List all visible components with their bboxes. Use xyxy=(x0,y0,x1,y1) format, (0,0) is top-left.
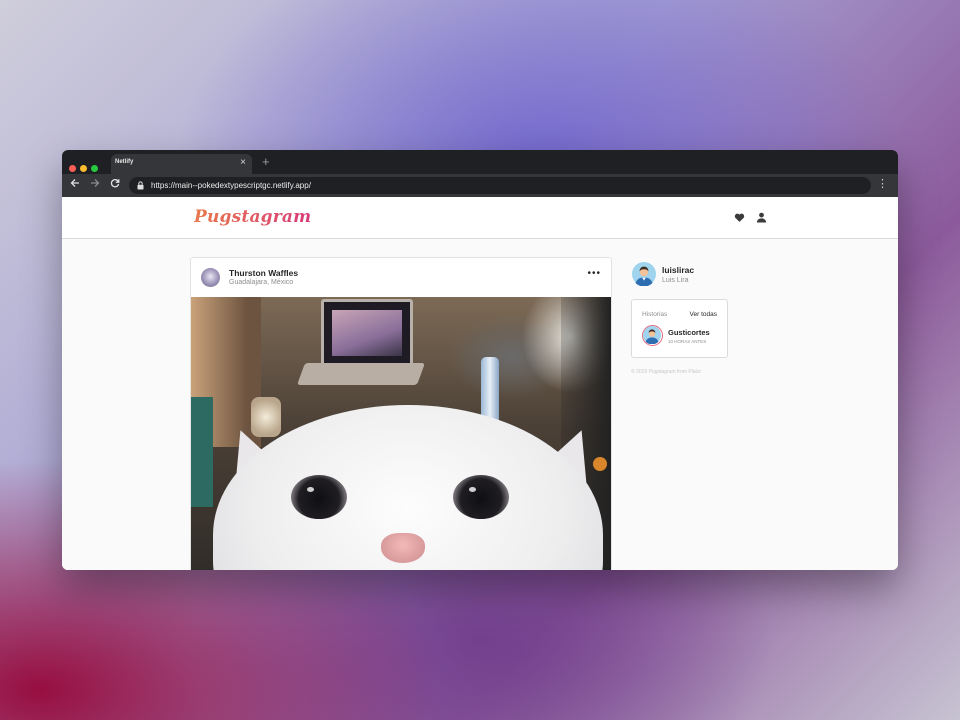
story-username[interactable]: Gusticortes xyxy=(668,328,710,337)
profile-fullname: Luis Lira xyxy=(662,277,689,284)
lock-icon xyxy=(137,181,144,190)
minimize-window-button[interactable] xyxy=(80,165,87,172)
tab-title: Netlify xyxy=(115,159,134,165)
see-all-stories-link[interactable]: Ver todas xyxy=(690,311,717,318)
back-arrow-icon[interactable] xyxy=(68,178,82,192)
profile-username[interactable]: luislirac xyxy=(662,265,694,275)
tab-bar: Netlify × + xyxy=(62,150,898,174)
footer-copyright: © 2019 Pugstagram from Platzi xyxy=(631,369,701,375)
post-location[interactable]: Guadalajara, México xyxy=(229,279,293,286)
maximize-window-button[interactable] xyxy=(91,165,98,172)
photo-background-laptop xyxy=(321,299,413,367)
browser-tab[interactable]: Netlify × xyxy=(111,154,252,174)
profile-avatar[interactable] xyxy=(632,262,656,286)
story-avatar[interactable] xyxy=(642,325,663,346)
cat-left-eye xyxy=(291,475,347,519)
photo-background-laptop-base xyxy=(296,363,426,385)
app-header: Pugstagram xyxy=(62,197,898,239)
story-time: 10 HORAS ANTES xyxy=(668,339,707,344)
reload-icon[interactable] xyxy=(108,178,122,192)
cat-right-eye xyxy=(453,475,509,519)
post-photo[interactable] xyxy=(191,297,611,570)
address-bar[interactable]: https://main--pokedextypescriptgc.netlif… xyxy=(129,177,871,194)
tab-close-icon[interactable]: × xyxy=(240,157,246,169)
post-author-name[interactable]: Thurston Waffles xyxy=(229,268,298,278)
forward-arrow-icon[interactable] xyxy=(88,178,102,192)
photo-background-object xyxy=(191,397,213,507)
browser-window: Netlify × + https://main--pokedextypescr… xyxy=(62,150,898,570)
kebab-menu-icon[interactable]: ⋮ xyxy=(877,177,888,190)
post-options-icon[interactable]: ••• xyxy=(587,268,601,279)
page-content: Pugstagram Thurston Waffles Guadalajara,… xyxy=(62,197,898,570)
browser-toolbar: https://main--pokedextypescriptgc.netlif… xyxy=(62,174,898,197)
url-text: https://main--pokedextypescriptgc.netlif… xyxy=(151,181,311,190)
stories-title: Historias xyxy=(642,311,668,318)
post-card: Thurston Waffles Guadalajara, México ••• xyxy=(190,257,612,570)
stories-panel: Historias Ver todas Gusticortes 10 HORAS… xyxy=(631,299,728,358)
close-window-button[interactable] xyxy=(69,165,76,172)
app-logo[interactable]: Pugstagram xyxy=(194,207,311,227)
story-avatar-icon xyxy=(643,326,661,345)
user-icon[interactable] xyxy=(756,212,767,223)
cat-nose xyxy=(381,533,425,563)
post-author-avatar[interactable] xyxy=(201,268,220,287)
heart-icon[interactable] xyxy=(734,212,745,223)
new-tab-button[interactable]: + xyxy=(262,154,270,170)
